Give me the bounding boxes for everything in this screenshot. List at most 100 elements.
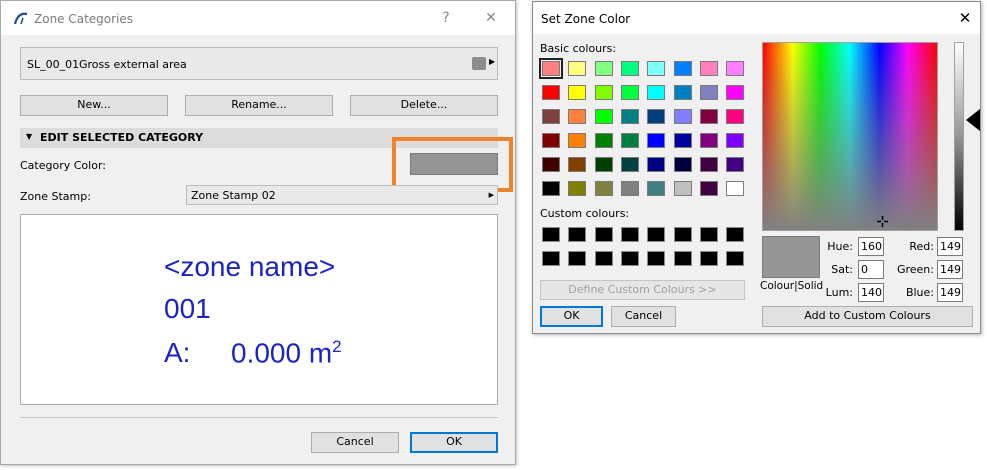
custom-colour-swatch[interactable] bbox=[620, 251, 639, 266]
basic-colour-swatch[interactable] bbox=[568, 157, 587, 172]
basic-colour-swatch[interactable] bbox=[673, 85, 692, 100]
basic-colour-swatch[interactable] bbox=[620, 61, 639, 76]
basic-colour-swatch[interactable] bbox=[647, 109, 666, 124]
basic-colour-swatch[interactable] bbox=[673, 133, 692, 148]
basic-colour-swatch[interactable] bbox=[699, 109, 718, 124]
zone-stamp-dropdown[interactable]: Zone Stamp 02 ▶ bbox=[186, 185, 498, 205]
colour-spectrum[interactable] bbox=[762, 42, 938, 231]
custom-colour-swatch[interactable] bbox=[568, 227, 587, 242]
cancel-button[interactable]: Cancel bbox=[611, 306, 676, 327]
lum-field[interactable]: 140 bbox=[858, 283, 884, 302]
basic-colour-swatch[interactable] bbox=[647, 85, 666, 100]
new-button[interactable]: New... bbox=[20, 95, 168, 116]
basic-colour-swatch[interactable] bbox=[568, 133, 587, 148]
custom-colour-swatch[interactable] bbox=[568, 251, 587, 266]
red-field[interactable]: 149 bbox=[937, 237, 963, 256]
cancel-button[interactable]: Cancel bbox=[311, 432, 399, 453]
basic-colour-swatch[interactable] bbox=[620, 181, 639, 196]
zone-stamp-label: Zone Stamp: bbox=[20, 190, 91, 203]
basic-colour-swatch[interactable] bbox=[699, 133, 718, 148]
add-to-custom-colours-button[interactable]: Add to Custom Colours bbox=[762, 306, 973, 327]
basic-colour-swatch[interactable] bbox=[673, 157, 692, 172]
basic-colour-swatch[interactable] bbox=[699, 61, 718, 76]
custom-colour-swatch[interactable] bbox=[726, 227, 745, 242]
custom-colour-swatch[interactable] bbox=[673, 251, 692, 266]
basic-colour-swatch[interactable] bbox=[594, 85, 613, 100]
ok-button[interactable]: OK bbox=[540, 306, 603, 327]
basic-colour-swatch[interactable] bbox=[726, 133, 745, 148]
basic-colour-swatch[interactable] bbox=[647, 61, 666, 76]
basic-colour-swatch[interactable] bbox=[594, 157, 613, 172]
area-value: 0.000 m bbox=[231, 337, 333, 369]
basic-colour-swatch[interactable] bbox=[726, 181, 745, 196]
chevron-right-icon: ▶ bbox=[488, 191, 494, 199]
basic-colour-swatch[interactable] bbox=[542, 85, 560, 100]
close-button[interactable]: ✕ bbox=[469, 5, 513, 31]
basic-colour-swatch[interactable] bbox=[542, 109, 560, 124]
preview-zone-number: 001 bbox=[164, 293, 211, 324]
basic-colour-swatch[interactable] bbox=[568, 109, 587, 124]
category-selector[interactable]: SL_00_01 Gross external area ▶ bbox=[20, 47, 498, 80]
basic-colour-swatch[interactable] bbox=[699, 85, 718, 100]
green-label: Green: bbox=[896, 263, 934, 276]
basic-colour-swatch[interactable] bbox=[568, 181, 587, 196]
basic-colour-swatch[interactable] bbox=[647, 157, 666, 172]
custom-colour-swatch[interactable] bbox=[542, 227, 560, 242]
delete-button[interactable]: Delete... bbox=[350, 95, 498, 116]
ok-button[interactable]: OK bbox=[410, 432, 498, 453]
basic-colour-swatch[interactable] bbox=[673, 181, 692, 196]
sat-label: Sat: bbox=[831, 263, 853, 276]
luminance-pointer-icon[interactable] bbox=[966, 109, 980, 131]
luminance-slider[interactable] bbox=[954, 42, 964, 231]
basic-colour-swatch[interactable] bbox=[594, 61, 613, 76]
basic-colour-swatch[interactable] bbox=[542, 181, 560, 196]
custom-colour-swatch[interactable] bbox=[647, 227, 666, 242]
basic-colour-swatch[interactable] bbox=[568, 61, 587, 76]
rename-button[interactable]: Rename... bbox=[185, 95, 333, 116]
basic-colour-swatch[interactable] bbox=[673, 61, 692, 76]
sat-field[interactable]: 0 bbox=[858, 260, 884, 279]
basic-colour-swatch[interactable] bbox=[726, 61, 745, 76]
dialog-title: Set Zone Color bbox=[541, 12, 631, 26]
basic-colour-swatch[interactable] bbox=[620, 109, 639, 124]
basic-colour-swatch[interactable] bbox=[594, 109, 613, 124]
basic-colour-swatch[interactable] bbox=[620, 85, 639, 100]
basic-colour-swatch[interactable] bbox=[539, 58, 563, 79]
title-bar: Zone Categories ? ✕ bbox=[1, 1, 515, 35]
basic-colour-swatch[interactable] bbox=[726, 85, 745, 100]
basic-colour-swatch[interactable] bbox=[620, 133, 639, 148]
close-button[interactable]: ✕ bbox=[951, 7, 979, 29]
hue-label: Hue: bbox=[827, 240, 853, 253]
basic-colour-swatch[interactable] bbox=[568, 85, 587, 100]
basic-colour-swatch[interactable] bbox=[542, 157, 560, 172]
basic-colour-swatch[interactable] bbox=[673, 109, 692, 124]
custom-colour-swatch[interactable] bbox=[699, 227, 718, 242]
crosshair-icon[interactable] bbox=[877, 216, 888, 227]
basic-colour-swatch[interactable] bbox=[542, 133, 560, 148]
basic-colour-swatch[interactable] bbox=[699, 181, 718, 196]
custom-colour-swatch[interactable] bbox=[699, 251, 718, 266]
basic-colour-swatch[interactable] bbox=[726, 157, 745, 172]
blue-field[interactable]: 149 bbox=[937, 283, 963, 302]
category-swatch bbox=[472, 57, 486, 70]
custom-colour-swatch[interactable] bbox=[542, 251, 560, 266]
colour-solid-label: Colour|Solid bbox=[760, 280, 824, 292]
dialog-title: Zone Categories bbox=[34, 12, 134, 26]
basic-colour-swatch[interactable] bbox=[647, 133, 666, 148]
custom-colour-swatch[interactable] bbox=[726, 251, 745, 266]
define-custom-colours-button[interactable]: Define Custom Colours >> bbox=[540, 280, 745, 300]
custom-colour-swatch[interactable] bbox=[620, 227, 639, 242]
help-button[interactable]: ? bbox=[424, 5, 468, 31]
custom-colour-swatch[interactable] bbox=[594, 251, 613, 266]
basic-colour-swatch[interactable] bbox=[726, 109, 745, 124]
basic-colour-swatch[interactable] bbox=[699, 157, 718, 172]
basic-colour-swatch[interactable] bbox=[594, 181, 613, 196]
basic-colour-swatch[interactable] bbox=[647, 181, 666, 196]
basic-colour-swatch[interactable] bbox=[594, 133, 613, 148]
custom-colour-swatch[interactable] bbox=[647, 251, 666, 266]
basic-colour-swatch[interactable] bbox=[620, 157, 639, 172]
green-field[interactable]: 149 bbox=[937, 260, 963, 279]
hue-field[interactable]: 160 bbox=[858, 237, 884, 256]
custom-colour-swatch[interactable] bbox=[673, 227, 692, 242]
custom-colour-swatch[interactable] bbox=[594, 227, 613, 242]
